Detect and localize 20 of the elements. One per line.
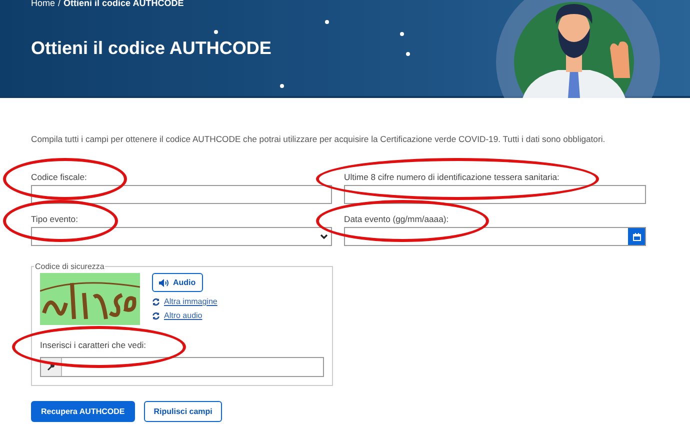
link[interactable]: Altro audio bbox=[164, 311, 202, 320]
select-field[interactable] bbox=[31, 227, 332, 246]
breadcrumb-link[interactable]: Home bbox=[31, 0, 56, 8]
captcha-input-field[interactable] bbox=[40, 357, 324, 377]
refresh-icon bbox=[152, 298, 160, 306]
refresh-icon bbox=[152, 312, 160, 320]
panel-legend: Codice di sicurezza bbox=[34, 262, 106, 271]
speaker-icon bbox=[159, 278, 169, 286]
reset-button[interactable]: Ripulisci campi bbox=[144, 401, 222, 422]
calendar-button[interactable] bbox=[628, 228, 645, 245]
text-field[interactable] bbox=[31, 185, 332, 204]
calendar-icon bbox=[632, 232, 640, 240]
intro-text: Compila tutti i campi per ottenere il codice AUTHCODE che potrai utilizzare per acquisire la Certificazione verde COVID-19. Tutti i dati sono obbligatori. bbox=[31, 134, 606, 144]
date-field[interactable] bbox=[344, 227, 646, 246]
page-title: Ottieni il codice AUTHCODE bbox=[31, 38, 272, 59]
link[interactable]: Altra immagine bbox=[164, 297, 218, 306]
submit-button[interactable]: Recupera AUTHCODE bbox=[31, 401, 135, 422]
audio-button[interactable]: Audio bbox=[152, 273, 203, 292]
key-icon bbox=[47, 363, 55, 371]
chevron-icon bbox=[320, 234, 328, 240]
